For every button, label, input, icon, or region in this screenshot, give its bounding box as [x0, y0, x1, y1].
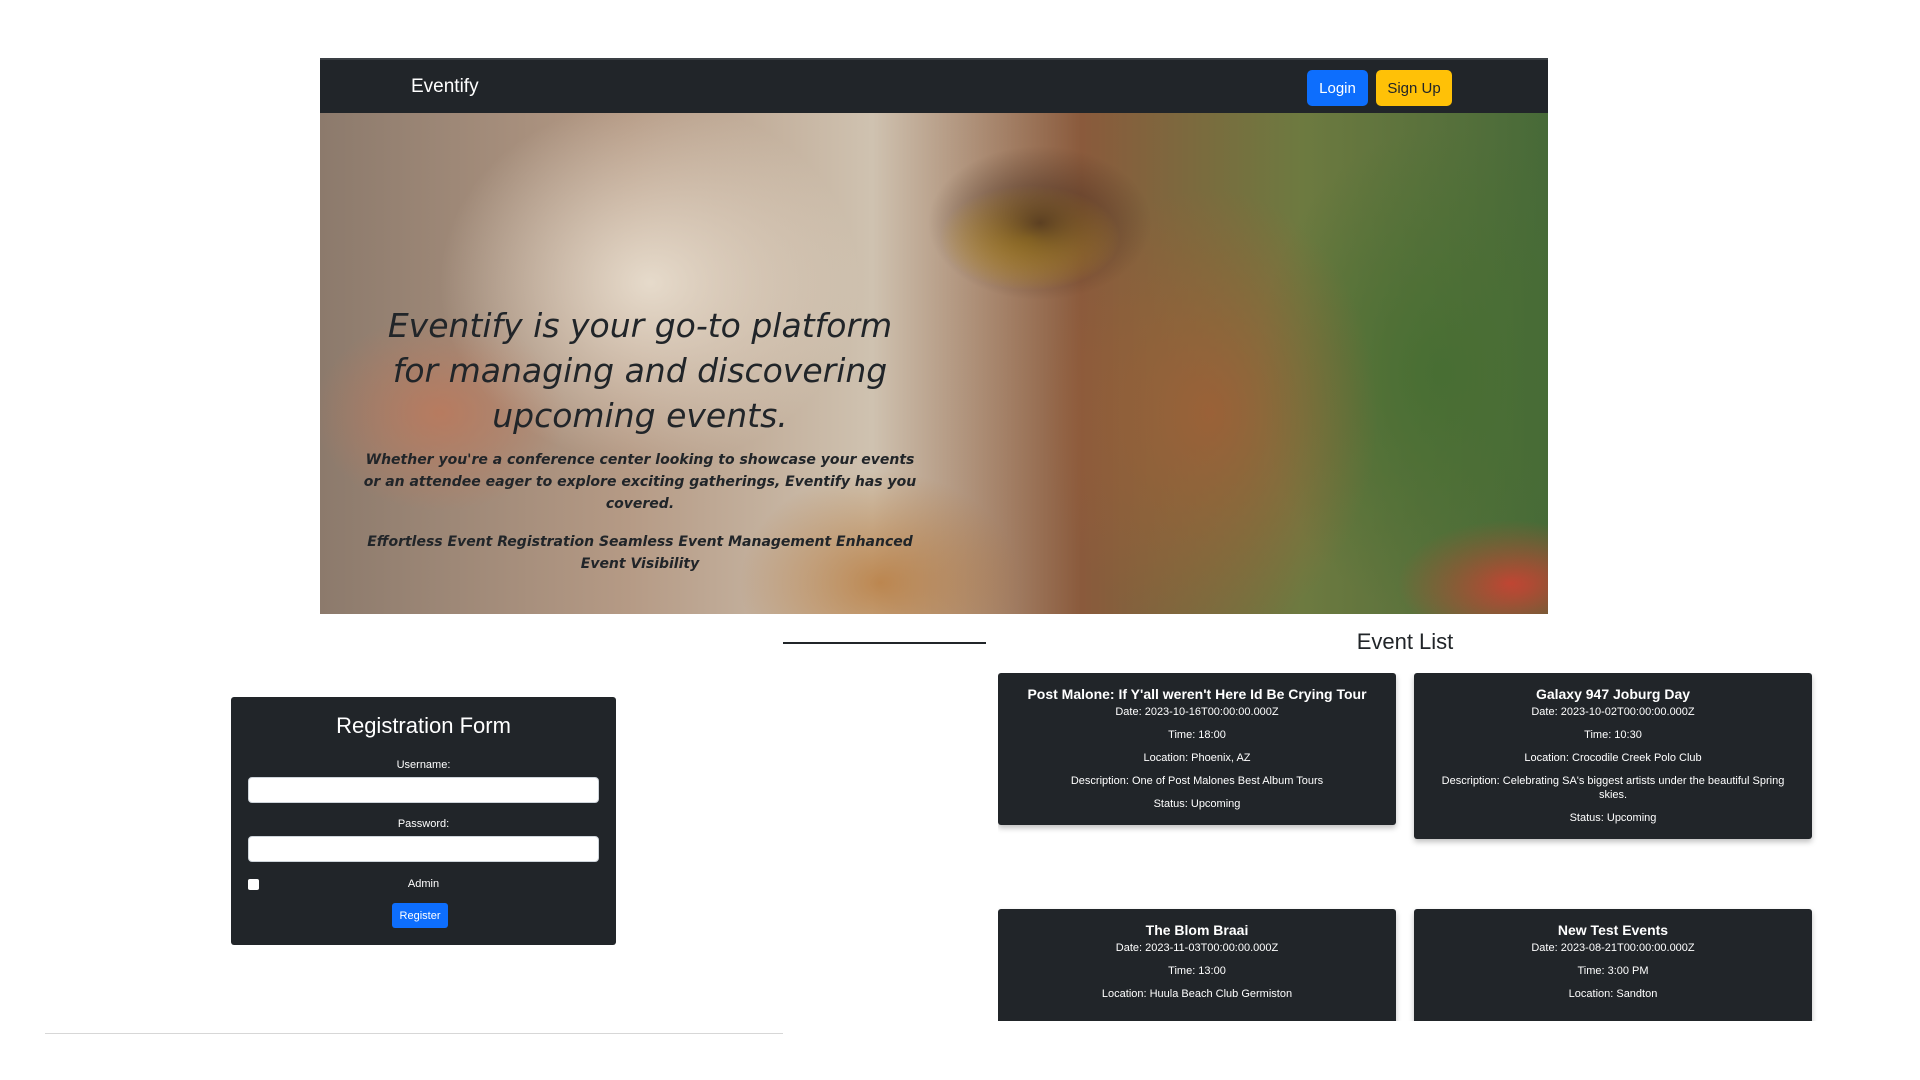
hero-subtitle: Whether you're a conference center looki…: [363, 452, 917, 512]
event-name: New Test Events: [1557, 922, 1669, 938]
event-name: Galaxy 947 Joburg Day: [1535, 686, 1691, 702]
password-input[interactable]: [248, 836, 599, 862]
event-description: Description: Celebrating SA's biggest ar…: [1441, 775, 1785, 801]
register-button[interactable]: Register: [392, 903, 448, 928]
navbar: Eventify Login Sign Up: [320, 58, 1548, 113]
event-date: Date: 2023-10-02T00:00:00.000Z: [1531, 706, 1695, 718]
event-time: Time: 18:00: [1168, 729, 1226, 741]
event-list: Post Malone: If Y'all weren't Here Id Be…: [998, 673, 1818, 1021]
event-name: Post Malone: If Y'all weren't Here Id Be…: [1027, 686, 1367, 702]
event-location: Location: Phoenix, AZ: [1143, 752, 1251, 764]
admin-label: Admin: [407, 878, 440, 890]
event-time: Time: 10:30: [1584, 729, 1642, 741]
brand-link[interactable]: Eventify: [411, 76, 479, 98]
signup-button[interactable]: Sign Up: [1376, 70, 1452, 106]
event-card[interactable]: New Test Events Date: 2023-08-21T00:00:0…: [1414, 909, 1812, 1021]
event-name: The Blom Braai: [1145, 922, 1249, 938]
hero-title: Eventify is your go-to platform for mana…: [387, 306, 893, 435]
event-location: Location: Crocodile Creek Polo Club: [1524, 752, 1702, 764]
registration-form: Registration Form Username: Password: Ad…: [231, 697, 616, 945]
registration-form-title: Registration Form: [336, 713, 511, 738]
password-label: Password:: [397, 818, 450, 830]
event-description: Description: One of Post Malones Best Al…: [1070, 775, 1324, 787]
horizontal-divider: [45, 1033, 783, 1034]
username-label: Username:: [396, 759, 451, 771]
event-date: Date: 2023-08-21T00:00:00.000Z: [1531, 942, 1695, 954]
event-card[interactable]: The Blom Braai Date: 2023-11-03T00:00:00…: [998, 909, 1396, 1021]
event-card[interactable]: Post Malone: If Y'all weren't Here Id Be…: [998, 673, 1396, 825]
hero-features: Effortless Event Registration Seamless E…: [367, 534, 913, 572]
event-time: Time: 13:00: [1168, 965, 1226, 977]
event-location: Location: Huula Beach Club Germiston: [1101, 988, 1293, 1000]
username-input[interactable]: [248, 777, 599, 803]
event-date: Date: 2023-10-16T00:00:00.000Z: [1115, 706, 1279, 718]
hero-banner: Eventify is your go-to platform for mana…: [320, 113, 1548, 614]
event-location: Location: Sandton: [1568, 988, 1658, 1000]
hero-text: Eventify is your go-to platform for mana…: [360, 303, 920, 575]
section-divider-tab: [783, 614, 986, 644]
event-status: Status: Upcoming: [1569, 812, 1657, 824]
event-time: Time: 3:00 PM: [1577, 965, 1649, 977]
login-button[interactable]: Login: [1307, 70, 1368, 106]
event-status: Status: Upcoming: [1153, 798, 1241, 810]
event-list-title: Event List: [1356, 629, 1454, 654]
event-date: Date: 2023-11-03T00:00:00.000Z: [1115, 942, 1279, 954]
event-card[interactable]: Galaxy 947 Joburg Day Date: 2023-10-02T0…: [1414, 673, 1812, 839]
